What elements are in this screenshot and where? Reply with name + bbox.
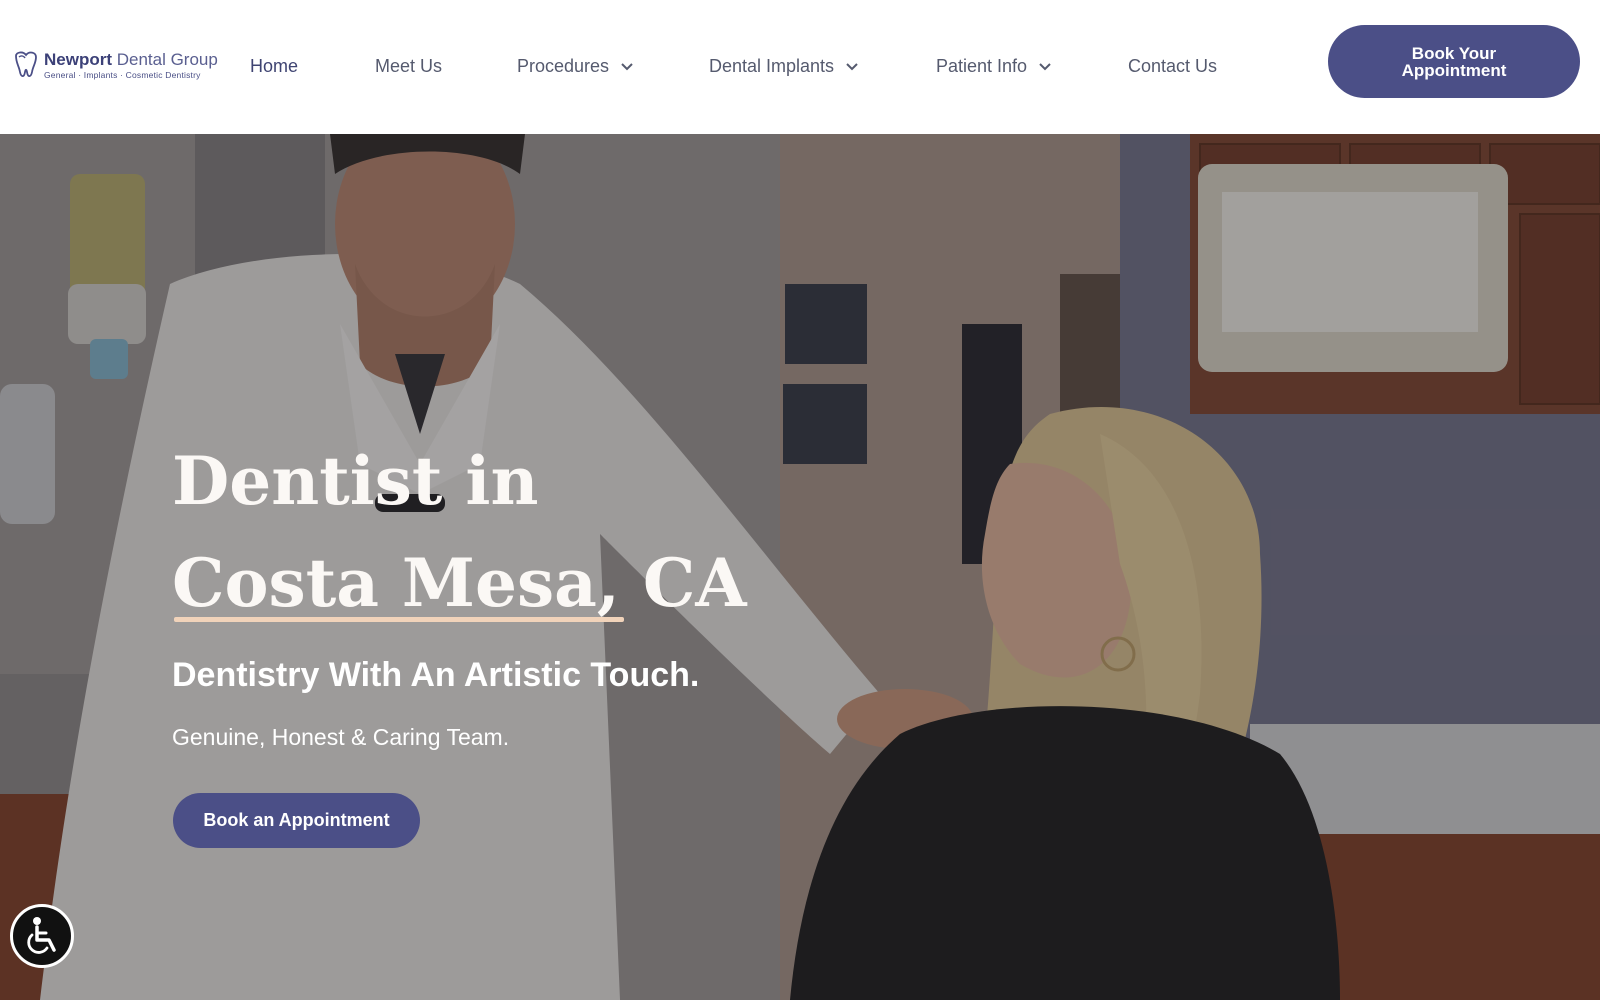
- hero-title-line1: Dentist in: [172, 442, 539, 520]
- nav-contact-us[interactable]: Contact Us: [1128, 56, 1217, 77]
- wheelchair-accessibility-icon: [27, 917, 56, 954]
- hero-subtitle: Dentistry With An Artistic Touch.: [172, 656, 700, 694]
- chevron-down-icon: [621, 62, 633, 70]
- nav-procedures-label: Procedures: [517, 56, 610, 76]
- chevron-down-icon: [846, 62, 858, 70]
- nav-procedures[interactable]: Procedures: [517, 56, 633, 77]
- nav-meet-us[interactable]: Meet Us: [375, 56, 442, 77]
- site-header: Newport Dental Group General · Implants …: [0, 0, 1600, 134]
- hero-title-line2: Costa Mesa, CA: [172, 532, 747, 634]
- book-appointment-hero-button[interactable]: Book an Appointment: [173, 793, 420, 848]
- hero-section: Dentist in Costa Mesa, CA Dentistry With…: [0, 134, 1600, 1000]
- nav-dental-implants-label: Dental Implants: [709, 56, 835, 76]
- hero-title: Dentist in Costa Mesa, CA: [172, 430, 747, 634]
- nav-dental-implants[interactable]: Dental Implants: [709, 56, 858, 77]
- hero-tagline: Genuine, Honest & Caring Team.: [172, 724, 510, 750]
- nav-home-label: Home: [250, 56, 299, 76]
- nav-meet-us-label: Meet Us: [375, 56, 443, 76]
- nav-patient-info[interactable]: Patient Info: [936, 56, 1051, 77]
- nav-patient-info-label: Patient Info: [936, 56, 1028, 76]
- nav-home[interactable]: Home: [250, 56, 298, 77]
- chevron-down-icon: [1039, 62, 1051, 70]
- nav-contact-us-label: Contact Us: [1128, 56, 1218, 76]
- book-appointment-header-button[interactable]: Book Your Appointment: [1328, 25, 1580, 98]
- accessibility-button[interactable]: [10, 904, 74, 968]
